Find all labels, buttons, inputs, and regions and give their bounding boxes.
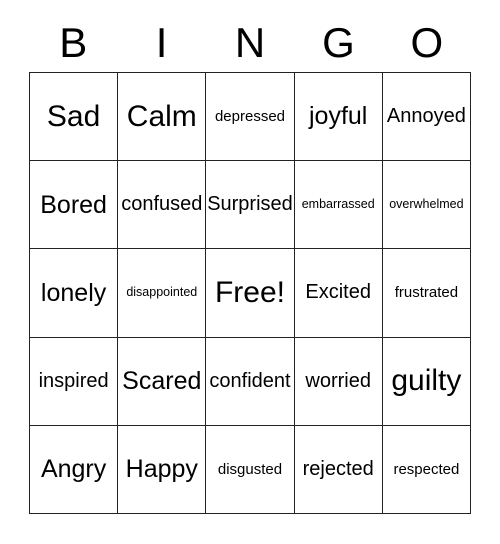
bingo-cell-label: disappointed — [126, 285, 198, 300]
header-letter-n: N — [234, 19, 266, 66]
bingo-cell-r2c4[interactable]: embarrassed — [294, 161, 383, 250]
bingo-cell-label: confident — [209, 369, 291, 392]
bingo-cell-r4c4[interactable]: worried — [294, 337, 383, 426]
bingo-cell-r5c3[interactable]: disgusted — [206, 425, 295, 514]
header-letter-g: G — [322, 19, 355, 66]
bingo-cell-label: Annoyed — [386, 105, 466, 128]
bingo-cell-label: lonely — [40, 278, 107, 307]
bingo-cell-r3c2[interactable]: disappointed — [118, 249, 207, 338]
bingo-card: B I N G O Sad Calm depressed joyful Anno… — [0, 0, 500, 544]
bingo-cell-label: respected — [393, 460, 460, 478]
bingo-cell-label: worried — [305, 369, 371, 392]
bingo-cell-r4c1[interactable]: inspired — [30, 337, 119, 426]
bingo-cell-label: overwhelmed — [389, 197, 464, 212]
bingo-cell-r5c5[interactable]: respected — [382, 425, 471, 514]
bingo-cell-label: Scared — [122, 367, 202, 396]
bingo-cell-label: Calm — [126, 99, 197, 133]
bingo-cell-r5c4[interactable]: rejected — [294, 425, 383, 514]
bingo-cell-label: Angry — [40, 455, 107, 484]
bingo-cell-r1c3[interactable]: depressed — [206, 73, 295, 162]
bingo-cell-r2c3[interactable]: Surprised — [206, 161, 295, 250]
free-space-label: Free! — [214, 276, 285, 310]
bingo-cell-label: inspired — [38, 369, 109, 392]
bingo-cell-free-space[interactable]: Free! — [206, 249, 295, 338]
bingo-cell-label: rejected — [302, 457, 374, 480]
bingo-cell-label: Bored — [40, 190, 107, 219]
bingo-cell-r3c4[interactable]: Excited — [294, 249, 383, 338]
bingo-grid: Sad Calm depressed joyful Annoyed Bored … — [29, 72, 471, 514]
bingo-cell-r2c2[interactable]: confused — [118, 161, 207, 250]
bingo-header-letters: B I N G O — [29, 14, 471, 72]
bingo-cell-label: frustrated — [394, 284, 459, 302]
bingo-cell-label: guilty — [391, 364, 462, 398]
bingo-cell-r1c4[interactable]: joyful — [294, 73, 383, 162]
bingo-cell-r4c2[interactable]: Scared — [118, 337, 207, 426]
bingo-cell-label: depressed — [214, 107, 286, 125]
bingo-cell-label: Surprised — [207, 193, 293, 216]
bingo-cell-r1c1[interactable]: Sad — [30, 73, 119, 162]
bingo-cell-label: joyful — [309, 102, 368, 131]
bingo-cell-label: embarrassed — [301, 197, 375, 212]
bingo-cell-label: disgusted — [217, 460, 283, 478]
bingo-cell-r4c5[interactable]: guilty — [382, 337, 471, 426]
bingo-cell-r2c5[interactable]: overwhelmed — [382, 161, 471, 250]
header-letter-b: B — [59, 19, 88, 66]
bingo-cell-r2c1[interactable]: Bored — [30, 161, 119, 250]
bingo-cell-label: Happy — [125, 455, 198, 484]
header-letter-i: I — [155, 19, 168, 66]
bingo-cell-label: confused — [121, 193, 203, 216]
bingo-cell-r5c2[interactable]: Happy — [118, 425, 207, 514]
bingo-cell-label: Sad — [46, 99, 101, 133]
bingo-cell-label: Excited — [305, 281, 371, 304]
bingo-cell-r5c1[interactable]: Angry — [30, 425, 119, 514]
bingo-cell-r3c1[interactable]: lonely — [30, 249, 119, 338]
bingo-cell-r1c5[interactable]: Annoyed — [382, 73, 471, 162]
bingo-cell-r1c2[interactable]: Calm — [118, 73, 207, 162]
bingo-cell-r4c3[interactable]: confident — [206, 337, 295, 426]
header-letter-o: O — [410, 19, 444, 66]
bingo-cell-r3c5[interactable]: frustrated — [382, 249, 471, 338]
